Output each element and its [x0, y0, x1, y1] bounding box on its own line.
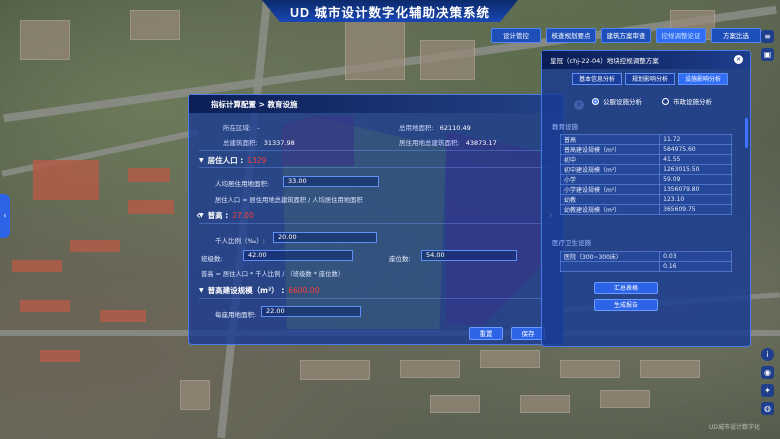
breadcrumb: 指标计算配置 > 教育设施: [211, 99, 298, 109]
analysis-title: 皇冠（chj-22-04）地块控规调整方案: [550, 57, 659, 65]
generate-report-button[interactable]: 生成报告: [594, 299, 658, 311]
table-row: 小学建设规模（m²） 1356079.80: [559, 184, 732, 195]
nav-building-review[interactable]: 建筑方案审查: [601, 28, 651, 43]
globe-icon[interactable]: ◍: [761, 402, 774, 415]
divider: [199, 150, 555, 151]
camera-icon[interactable]: ◉: [761, 366, 774, 379]
chevron-down-icon: ▼: [199, 287, 204, 294]
table-row: 小学 59.09: [559, 174, 732, 185]
tab-facility-impact[interactable]: 设施影响分析: [678, 73, 728, 85]
table-row: 初中建设规模（m²） 1263015.50: [559, 164, 732, 175]
info-icon[interactable]: i: [761, 348, 774, 361]
total-build-info: 总建筑面积: 31337.98: [223, 139, 295, 147]
chevron-left-icon[interactable]: ‹: [196, 208, 201, 222]
table-row: 普高 11.72: [559, 134, 732, 145]
table-row: 幼教建设规模（m²） 365609.75: [559, 204, 732, 215]
section-medical: 医疗卫生设施: [552, 239, 591, 247]
table-row: 普高建设规模（m²） 584975.60: [559, 144, 732, 155]
seats-label: 座位数:: [389, 255, 411, 263]
menu-icon[interactable]: ≡: [761, 30, 774, 43]
chevron-down-icon: ▼: [199, 157, 204, 164]
layers-icon[interactable]: ▣: [761, 48, 774, 61]
land-area-label: 每座用地面积:: [215, 311, 257, 319]
divider: [199, 167, 555, 168]
tab-basic-info[interactable]: 基本信息分析: [572, 73, 622, 85]
radio-checked-icon: [592, 97, 599, 105]
close-icon[interactable]: ✕: [734, 55, 743, 64]
panel-header: 指标计算配置 > 教育设施: [189, 95, 563, 113]
table-row: 初中 41.55: [559, 154, 732, 165]
section-primary[interactable]: ▼ 普高 : 27.00: [199, 210, 254, 221]
population-formula: 居住人口 = 居住用地总建筑面积 / 人均居住用地面积: [215, 197, 363, 204]
ratio-label: 千人比例（‰）:: [215, 237, 265, 245]
nav-check-planning-points[interactable]: 核查规划要点: [546, 28, 596, 43]
left-collapse-handle[interactable]: ‹: [0, 194, 10, 238]
radio-municipal[interactable]: 市政设施分析: [662, 96, 712, 106]
divider: [199, 223, 555, 224]
radio-unchecked-icon: [662, 97, 669, 105]
class-label: 班级数:: [201, 255, 223, 263]
class-input[interactable]: 42.00: [243, 250, 353, 261]
section-education: 教育设施: [552, 123, 578, 131]
education-table: 普高 11.72 普高建设规模（m²） 584975.60 初中 41.55 初中建设…: [559, 134, 732, 215]
analysis-tabs: 基本信息分析 规划影响分析 设施影响分析: [572, 73, 728, 85]
app-title-bar: UD 城市设计数字化辅助决策系统: [262, 0, 518, 22]
top-navigation: 设计管控 核查规划要点 建筑方案审查 控规调整论证 方案比选: [491, 28, 761, 43]
indicator-config-panel: 指标计算配置 > 教育设施 所在区域: - 总用地面积: 62110.49 总建筑面…: [188, 94, 564, 345]
tab-planning-impact[interactable]: 规划影响分析: [625, 73, 675, 85]
medical-table: 医院（300~300床） 0.03 0.16: [559, 251, 732, 272]
section-construction[interactable]: ▼ 普高建设规模（m²） : 6600.00: [199, 285, 319, 296]
land-area-input[interactable]: 22.00: [261, 306, 361, 317]
reset-button[interactable]: 重置: [469, 327, 503, 340]
watermark: UD城市设计数字化: [708, 424, 760, 431]
nav-design-control[interactable]: 设计管控: [491, 28, 541, 43]
seats-input[interactable]: 54.00: [421, 250, 517, 261]
app-title: UD 城市设计数字化辅助决策系统: [289, 5, 491, 20]
table-row: 医院（300~300床） 0.03: [559, 251, 732, 262]
district-info: 所在区域: -: [223, 124, 260, 132]
radio-public-services[interactable]: 公服设施分析: [592, 96, 642, 106]
nav-regulatory-adjustment[interactable]: 控规调整论证: [656, 28, 706, 43]
table-row: 0.16: [559, 261, 732, 272]
summary-table-button[interactable]: 汇总表格: [594, 282, 658, 294]
compass-icon[interactable]: ✦: [761, 384, 774, 397]
total-area-info: 总用地面积: 62110.49: [399, 124, 471, 132]
per-capita-label: 人均居住用地面积:: [215, 180, 270, 188]
analysis-header: 皇冠（chj-22-04）地块控规调整方案: [542, 51, 750, 69]
residential-build-info: 居住用地总建筑面积: 43873.17: [399, 139, 497, 147]
section-population[interactable]: ▼ 居住人口 : 1329: [199, 155, 266, 166]
analysis-scrollbar[interactable]: [745, 118, 748, 148]
primary-formula: 普高 = 居住人口 * 千人比例 / （班级数 * 座位数）: [201, 271, 345, 278]
save-button[interactable]: 保存: [511, 327, 545, 340]
nav-scheme-comparison[interactable]: 方案比选: [711, 28, 761, 43]
table-row: 幼教 123.10: [559, 194, 732, 205]
divider: [199, 298, 555, 299]
ratio-input[interactable]: 20.00: [273, 232, 377, 243]
per-capita-input[interactable]: 33.00: [283, 176, 379, 187]
